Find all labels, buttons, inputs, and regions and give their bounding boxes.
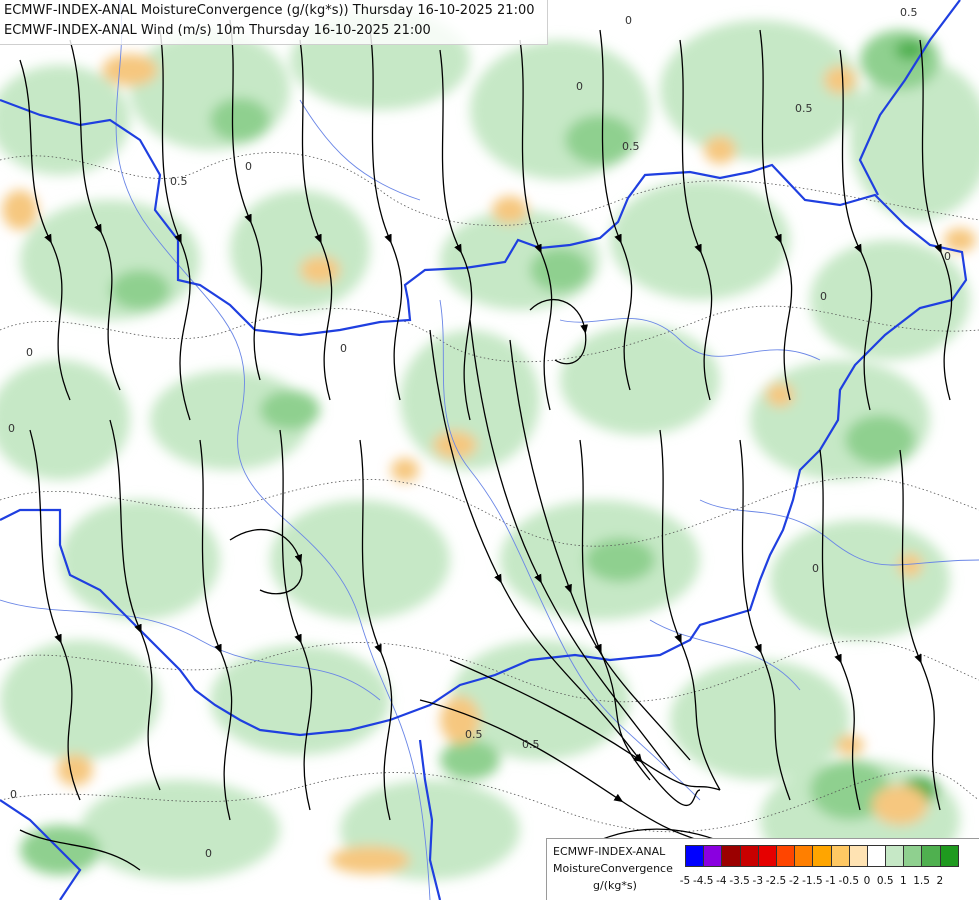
contour-label: 0	[205, 847, 212, 860]
legend-source-label: ECMWF-INDEX-ANAL	[553, 845, 666, 858]
legend-tick-label: 0.5	[876, 875, 894, 887]
weather-map: 0 0.5 0 0.5 0 0.5 0 0 0 0 0.5 0.5 0 0 0.…	[0, 0, 979, 900]
contour-label: 0	[576, 80, 583, 93]
map-title-box: ECMWF-INDEX-ANAL MoistureConvergence (g/…	[0, 0, 548, 45]
contour-label: 0.5	[170, 175, 188, 188]
contour-label: 0.5	[900, 6, 918, 19]
contour-label: 0	[944, 250, 951, 263]
contour-label: 0.5	[795, 102, 813, 115]
legend-tick-label: -1	[825, 875, 836, 887]
legend-swatch	[866, 845, 887, 867]
legend-tick-label: -2.5	[765, 875, 787, 887]
contour-label: 0	[10, 788, 17, 801]
map-title-moisture: ECMWF-INDEX-ANAL MoistureConvergence (g/…	[4, 3, 535, 18]
map-title-wind: ECMWF-INDEX-ANAL Wind (m/s) 10m Thursday…	[4, 23, 431, 38]
legend-unit-label: g/(kg*s)	[593, 879, 637, 892]
legend-swatch	[921, 845, 941, 867]
contour-label: 0.5	[622, 140, 640, 153]
legend-swatch	[703, 845, 723, 867]
legend-swatch	[739, 845, 759, 867]
legend-swatch	[794, 845, 814, 867]
contour-label: 0	[245, 160, 252, 173]
legend-tick-label: -0.5	[838, 875, 860, 887]
legend-tick-label: 0	[863, 875, 871, 887]
legend-tick-label: -5	[679, 875, 691, 887]
legend-tick-label: 2	[936, 875, 944, 887]
map-canvas: 0 0.5 0 0.5 0 0.5 0 0 0 0 0.5 0.5 0 0 0.…	[0, 0, 979, 900]
legend-tick-label: -3.5	[729, 875, 750, 887]
legend-swatch	[812, 845, 832, 867]
contour-label: 0	[625, 14, 632, 27]
legend-tick-label: -1.5	[802, 875, 823, 887]
contour-label: 0	[820, 290, 827, 303]
legend-swatch	[721, 845, 741, 867]
contour-label: 0	[340, 342, 347, 355]
legend-swatch	[848, 845, 868, 867]
contour-label: 0	[8, 422, 15, 435]
legend-swatch	[830, 845, 850, 867]
legend-tick-label: -4.5	[692, 875, 714, 887]
legend-tick-label: 1	[900, 875, 907, 887]
contour-label: 0.5	[465, 728, 483, 741]
legend-variable-label: MoistureConvergence	[553, 862, 673, 875]
legend-swatch	[757, 845, 777, 867]
legend-tick-label: -4	[716, 875, 727, 887]
legend-tick-label: -2	[788, 875, 800, 887]
colorbar-legend: ECMWF-INDEX-ANAL MoistureConvergence g/(…	[546, 838, 979, 900]
legend-swatch	[685, 845, 705, 867]
contour-label: 0.5	[522, 738, 540, 751]
contour-label: 0	[812, 562, 819, 575]
legend-swatch	[885, 845, 905, 867]
legend-tick-label: 1.5	[913, 875, 930, 887]
legend-ticks: -5 -4.5 -4 -3.5 -3 -2.5 -2 -1.5 -1 -0.5 0 0.5 1 1.5 2	[665, 875, 975, 889]
legend-swatch	[903, 845, 923, 867]
contour-label: 0	[26, 346, 33, 359]
legend-swatch	[775, 845, 796, 867]
legend-tick-label: -3	[752, 875, 764, 887]
legend-swatches	[685, 845, 959, 867]
legend-swatch	[939, 845, 959, 867]
